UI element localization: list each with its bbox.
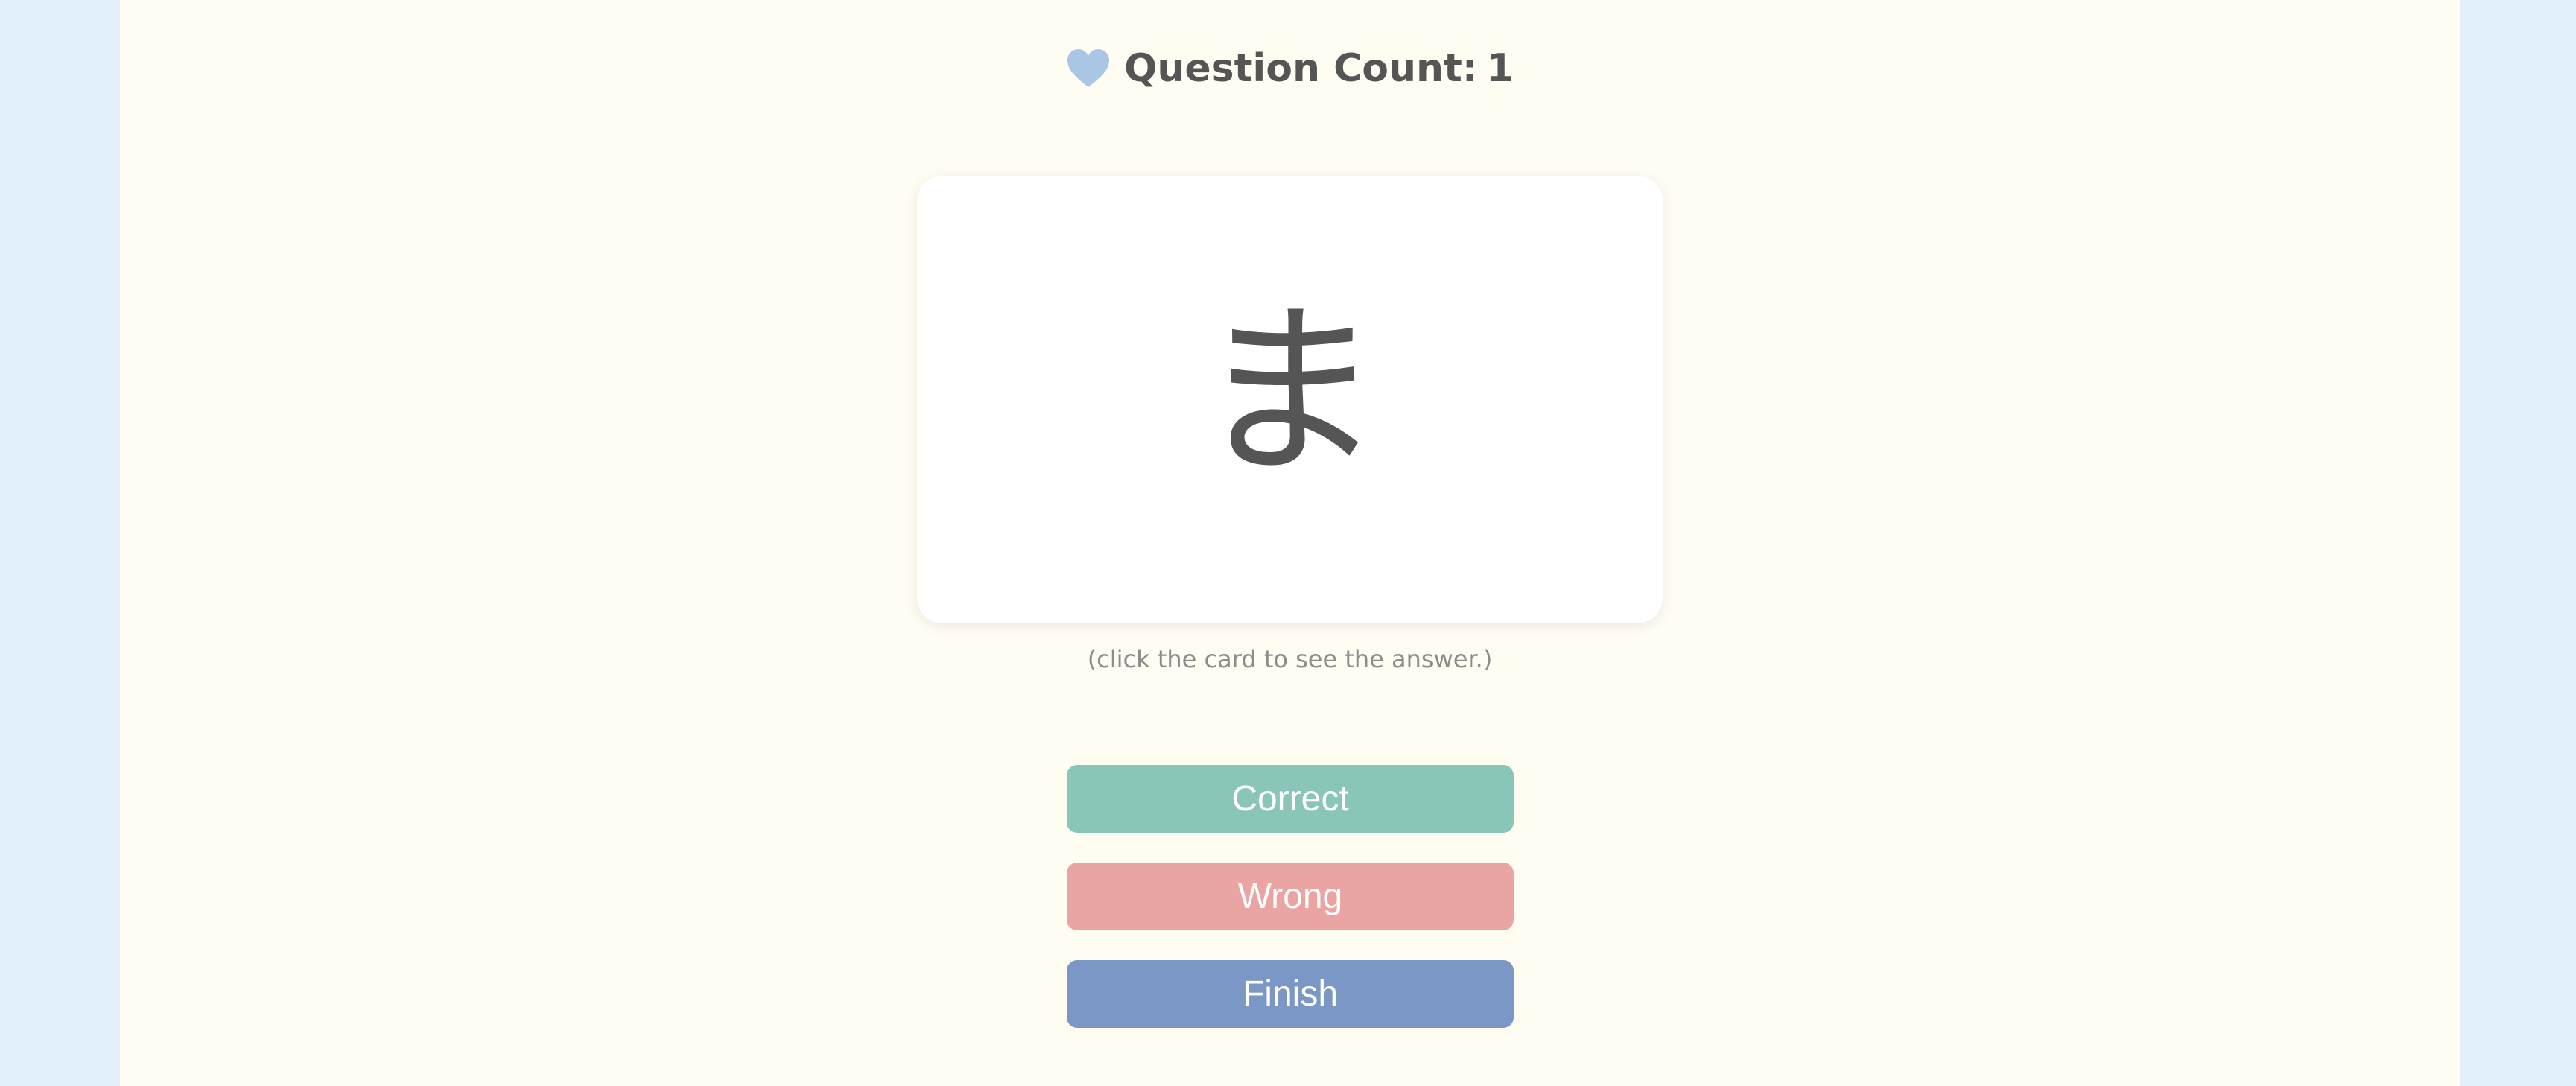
flashcard[interactable]: ま <box>917 176 1663 623</box>
question-count-header: Question Count: 1 <box>120 42 2460 95</box>
finish-button[interactable]: Finish <box>1067 960 1514 1028</box>
flashcard-character: ま <box>1196 283 1383 501</box>
question-count-value: 1 <box>1486 46 1514 91</box>
heart-icon <box>1067 49 1110 87</box>
page-container: Question Count: 1 ま (click the card to s… <box>120 0 2460 1086</box>
wrong-button[interactable]: Wrong <box>1067 863 1514 930</box>
correct-button[interactable]: Correct <box>1067 765 1514 833</box>
flashcard-hint: (click the card to see the answer.) <box>1087 645 1493 673</box>
question-count-label: Question Count: <box>1124 46 1478 91</box>
